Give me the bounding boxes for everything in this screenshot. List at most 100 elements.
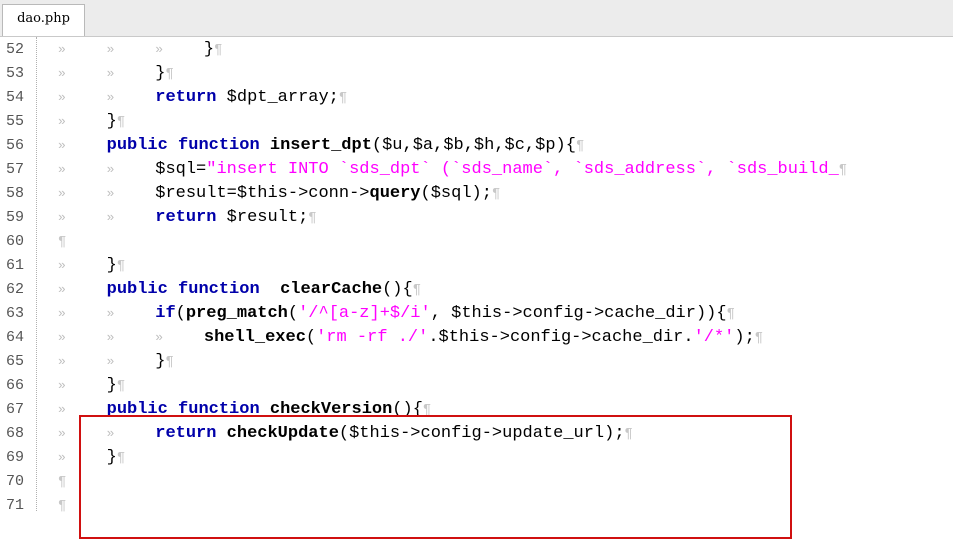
code-token: ($u,$a,$b,$h,$c,$p){ (371, 136, 576, 155)
code-token: ( (305, 328, 317, 347)
line-number: 64 (5, 329, 24, 346)
line-number: 71 (5, 497, 24, 514)
line-number: 55 (5, 113, 24, 130)
tab-marker-icon: » (58, 306, 66, 321)
code-token: } (155, 64, 166, 83)
keyword-token: function (178, 136, 260, 155)
string-token: 'rm -rf ./' (316, 328, 429, 347)
line-number: 70 (5, 473, 24, 490)
pilcrow-icon: ¶ (726, 306, 735, 322)
line-number: 57 (5, 161, 24, 178)
code-line[interactable]: 61 » }¶ (0, 254, 953, 278)
tab-marker-icon: » (155, 42, 164, 57)
highlight-box-checkversion (79, 415, 792, 539)
code-token: .$this->config->cache_dir. (428, 328, 694, 347)
code-token: ( (287, 304, 299, 323)
keyword-token: if (155, 304, 176, 323)
code-token: } (203, 40, 215, 59)
tab-bar: dao.php (0, 0, 953, 37)
pilcrow-icon: ¶ (58, 498, 67, 514)
pilcrow-icon: ¶ (754, 330, 764, 346)
tab-marker-icon: » (58, 282, 66, 297)
code-line[interactable]: 52 » » » }¶ (0, 38, 953, 62)
tab-marker-icon: » (58, 186, 66, 201)
pilcrow-icon: ¶ (116, 114, 126, 130)
pilcrow-icon: ¶ (575, 138, 585, 154)
code-token: $result; (216, 208, 309, 227)
code-line[interactable]: 56 » public function insert_dpt($u,$a,$b,… (0, 134, 953, 158)
code-text: » }¶ (58, 254, 125, 278)
code-line[interactable]: 60 ¶ (0, 230, 953, 254)
code-token: } (106, 112, 117, 131)
tab-marker-icon: » (58, 66, 66, 81)
code-line[interactable]: 65 » » }¶ (0, 350, 953, 374)
line-number: 63 (5, 305, 24, 322)
tab-marker-icon: » (58, 162, 66, 177)
line-number: 59 (5, 209, 24, 226)
line-number: 67 (5, 401, 24, 418)
pilcrow-icon: ¶ (165, 66, 174, 82)
code-line[interactable]: 66 » }¶ (0, 374, 953, 398)
code-text: » » return $dpt_array;¶ (58, 86, 347, 110)
pilcrow-icon: ¶ (338, 90, 348, 106)
pilcrow-icon: ¶ (838, 162, 848, 178)
keyword-token: return (155, 88, 217, 107)
code-token: $dpt_array; (216, 88, 339, 107)
keyword-token: function (178, 280, 260, 299)
code-line[interactable]: 64 » » » shell_exec('rm -rf ./'.$this->co… (0, 326, 953, 350)
line-number: 69 (5, 449, 24, 466)
code-line[interactable]: 63 » » if(preg_match('/^[a-z]+$/i', $this… (0, 302, 953, 326)
code-line[interactable]: 55 » }¶ (0, 110, 953, 134)
tab-marker-icon: » (58, 90, 66, 105)
line-number: 52 (5, 41, 24, 58)
code-text: ¶ (58, 470, 66, 494)
tab-marker-icon: » (58, 426, 66, 441)
code-token: ($sql); (420, 184, 492, 203)
code-line[interactable]: 59 » » return $result;¶ (0, 206, 953, 230)
code-text: » public function clearCache(){¶ (58, 278, 421, 302)
code-text: ¶ (58, 230, 66, 254)
tab-marker-icon: » (58, 354, 66, 369)
tab-dao-php[interactable]: dao.php (2, 4, 85, 36)
code-line[interactable]: 54 » » return $dpt_array;¶ (0, 86, 953, 110)
line-number: 53 (5, 65, 24, 82)
code-token: } (106, 376, 117, 395)
keyword-token: return (155, 208, 217, 227)
code-line[interactable]: 58 » » $result=$this->conn->query($sql);¶ (0, 182, 953, 206)
function-token: clearCache (280, 280, 383, 299)
pilcrow-icon: ¶ (412, 282, 422, 298)
line-number: 65 (5, 353, 24, 370)
code-token: $result=$this->conn-> (155, 184, 370, 203)
code-text: » » $sql="insert INTO `sds_dpt` (`sds_na… (58, 158, 847, 182)
code-text: » » return $result;¶ (58, 206, 317, 230)
line-number: 54 (5, 89, 24, 106)
line-number: 61 (5, 257, 24, 274)
line-number: 66 (5, 377, 24, 394)
pilcrow-icon: ¶ (491, 186, 501, 202)
code-line[interactable]: 53 » » }¶ (0, 62, 953, 86)
tab-marker-icon: » (155, 330, 164, 345)
code-text: » » if(preg_match('/^[a-z]+$/i', $this->… (58, 302, 735, 326)
line-number: 56 (5, 137, 24, 154)
code-text: ¶ (58, 494, 66, 518)
pilcrow-icon: ¶ (116, 378, 126, 394)
code-editor[interactable]: 52» » » }¶ 53» » }¶ 54» » return $dpt_arra… (0, 37, 953, 539)
tab-marker-icon: » (58, 258, 66, 273)
tab-marker-icon: » (58, 378, 66, 393)
code-token: $sql= (155, 160, 207, 179)
pilcrow-icon: ¶ (116, 258, 126, 274)
code-token: ( (175, 304, 186, 323)
code-line[interactable]: 57 » » $sql="insert INTO `sds_dpt` (`sds_… (0, 158, 953, 182)
string-token: "insert INTO `sds_dpt` (`sds_name`, `sds… (206, 160, 839, 179)
code-text: » » }¶ (58, 62, 174, 86)
code-text: » » }¶ (58, 350, 174, 374)
code-text: » » » shell_exec('rm -rf ./'.$this->conf… (58, 326, 763, 350)
tab-marker-icon: » (58, 210, 66, 225)
tab-marker-icon: » (58, 450, 66, 465)
pilcrow-icon: ¶ (58, 474, 67, 490)
pilcrow-icon: ¶ (58, 234, 67, 250)
code-line[interactable]: 62 » public function clearCache(){¶ (0, 278, 953, 302)
